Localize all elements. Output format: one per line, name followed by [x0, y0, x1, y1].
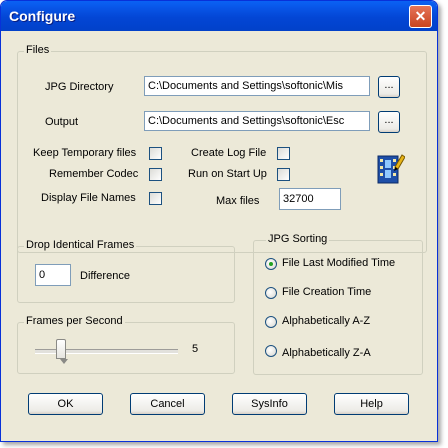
difference-input[interactable]	[35, 264, 71, 286]
keep-temporary-files-checkbox[interactable]	[149, 147, 162, 160]
max-files-label: Max files	[216, 195, 260, 207]
frames-per-second-group: Frames per Second 5	[17, 315, 235, 374]
jpg-directory-input[interactable]	[144, 76, 370, 96]
fps-slider-thumb[interactable]	[56, 339, 68, 364]
window-title: Configure	[9, 8, 76, 24]
close-icon: ✕	[414, 8, 427, 24]
display-file-names-checkbox[interactable]	[149, 192, 162, 205]
jpg-directory-label: JPG Directory	[45, 81, 114, 93]
frames-per-second-label: Frames per Second	[24, 315, 125, 327]
output-input[interactable]	[144, 111, 370, 131]
sort-a-z-radio[interactable]	[265, 316, 277, 328]
drop-identical-frames-label: Drop Identical Frames	[24, 239, 137, 251]
sort-last-modified-label[interactable]: File Last Modified Time	[282, 257, 395, 269]
drop-identical-frames-group: Drop Identical Frames Difference	[17, 239, 235, 303]
output-label: Output	[45, 116, 79, 128]
files-group: Files JPG Directory ... Output ... Keep …	[17, 44, 427, 253]
remember-codec-label: Remember Codec	[49, 168, 139, 180]
sort-last-modified-radio[interactable]	[265, 258, 277, 270]
files-group-label: Files	[24, 44, 52, 56]
create-log-file-label: Create Log File	[191, 147, 267, 159]
display-file-names-label: Display File Names	[41, 192, 136, 204]
remember-codec-checkbox[interactable]	[149, 168, 162, 181]
configure-window: Configure ✕ Files JPG Directory ... Outp…	[0, 0, 438, 442]
title-bar[interactable]: Configure ✕	[1, 1, 437, 31]
close-button[interactable]: ✕	[409, 5, 432, 28]
sysinfo-button[interactable]: SysInfo	[232, 393, 307, 415]
cancel-button[interactable]: Cancel	[130, 393, 205, 415]
fps-value: 5	[192, 343, 199, 355]
sort-creation-time-label[interactable]: File Creation Time	[282, 286, 371, 298]
sort-a-z-label[interactable]: Alphabetically A-Z	[282, 315, 370, 327]
run-on-start-up-checkbox[interactable]	[277, 168, 290, 181]
run-on-start-up-label: Run on Start Up	[188, 168, 267, 180]
help-button[interactable]: Help	[334, 393, 409, 415]
sort-z-a-label[interactable]: Alphabetically Z-A	[282, 347, 371, 359]
jpg-sorting-group: JPG Sorting File Last Modified Time File…	[253, 233, 423, 375]
output-browse-button[interactable]: ...	[378, 111, 400, 133]
dialog-body: Files JPG Directory ... Output ... Keep …	[4, 31, 434, 438]
jpg-directory-browse-button[interactable]: ...	[378, 76, 400, 98]
jpg-sorting-label: JPG Sorting	[266, 233, 330, 245]
film-pencil-icon	[375, 153, 406, 185]
ok-button[interactable]: OK	[28, 393, 103, 415]
keep-temporary-files-label: Keep Temporary files	[33, 147, 137, 159]
difference-label: Difference	[80, 270, 130, 282]
sort-z-a-radio[interactable]	[265, 345, 277, 357]
sort-creation-time-radio[interactable]	[265, 287, 277, 299]
max-files-input[interactable]	[279, 188, 341, 210]
create-log-file-checkbox[interactable]	[277, 147, 290, 160]
